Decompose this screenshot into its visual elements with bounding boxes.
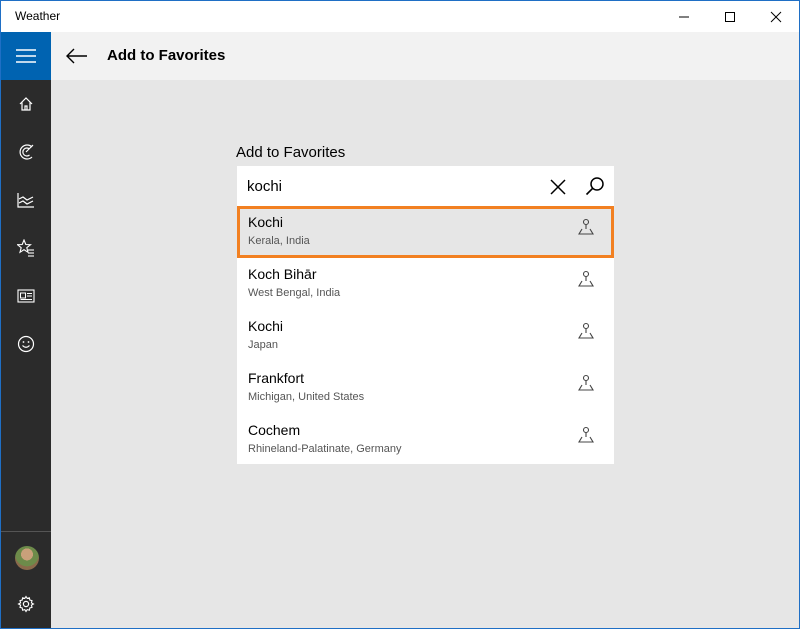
hamburger-menu-icon xyxy=(16,49,36,63)
title-bar: Weather xyxy=(1,1,799,32)
list-item[interactable]: Kochi Kerala, India xyxy=(237,206,614,258)
list-item[interactable]: Frankfort Michigan, United States xyxy=(237,362,614,414)
minimize-button[interactable] xyxy=(661,1,707,32)
search-button[interactable] xyxy=(581,172,609,200)
result-city-name: Frankfort xyxy=(248,370,305,386)
sidebar-item-feedback[interactable] xyxy=(1,320,51,368)
sidebar-item-favorites[interactable] xyxy=(1,224,51,272)
search-input[interactable] xyxy=(247,174,537,198)
maximize-button[interactable] xyxy=(707,1,753,32)
result-city-name: Cochem xyxy=(248,422,301,438)
back-arrow-icon xyxy=(66,48,87,64)
hamburger-menu-button[interactable] xyxy=(1,32,51,80)
result-region: Japan xyxy=(248,339,278,351)
maximize-icon xyxy=(725,11,735,22)
clear-x-icon xyxy=(550,179,566,195)
settings-gear-icon xyxy=(17,595,35,613)
add-favorites-label: Add to Favorites xyxy=(236,144,346,161)
location-pin-icon xyxy=(578,374,594,391)
home-icon xyxy=(19,97,33,111)
search-icon xyxy=(585,177,604,196)
sidebar-item-news[interactable] xyxy=(1,272,51,320)
clear-search-button[interactable] xyxy=(545,174,571,200)
sidebar-item-forecast[interactable] xyxy=(1,80,51,128)
sidebar-item-settings[interactable] xyxy=(1,580,51,628)
close-button[interactable] xyxy=(753,1,799,32)
sidebar-item-maps[interactable] xyxy=(1,128,51,176)
app-title: Weather xyxy=(15,9,61,23)
list-item[interactable]: Kochi Japan xyxy=(237,310,614,362)
location-pin-icon xyxy=(578,270,594,287)
result-city-name: Koch Bihār xyxy=(248,266,317,282)
search-box xyxy=(237,166,614,206)
result-city-name: Kochi xyxy=(248,318,284,334)
weather-app-window: Weather Add to Favorites Add to Favorite… xyxy=(0,0,800,629)
back-button[interactable] xyxy=(61,40,93,72)
location-pin-icon xyxy=(578,218,594,235)
list-item[interactable]: Koch Bihār West Bengal, India xyxy=(237,258,614,310)
sidebar-item-historical[interactable] xyxy=(1,176,51,224)
minimize-icon xyxy=(679,16,689,17)
sidebar-divider xyxy=(1,531,51,532)
result-region: Kerala, India xyxy=(248,235,310,247)
favorites-icon xyxy=(17,239,34,257)
page-header: Add to Favorites xyxy=(51,32,799,80)
sidebar xyxy=(1,32,51,628)
result-city-name: Kochi xyxy=(248,214,284,230)
result-region: Michigan, United States xyxy=(248,391,365,403)
page-title: Add to Favorites xyxy=(107,47,226,64)
location-pin-icon xyxy=(578,426,594,443)
maps-radar-icon xyxy=(19,144,34,160)
result-region: Rhineland-Palatinate, Germany xyxy=(248,443,402,455)
news-icon xyxy=(17,289,35,303)
feedback-smiley-icon xyxy=(17,335,35,353)
search-results-list: Kochi Kerala, India Koch Bihār West Beng… xyxy=(237,206,614,464)
list-item[interactable]: Cochem Rhineland-Palatinate, Germany xyxy=(237,414,614,466)
result-region: West Bengal, India xyxy=(248,287,341,299)
close-icon xyxy=(770,11,782,22)
location-pin-icon xyxy=(578,322,594,339)
avatar[interactable] xyxy=(15,546,39,570)
historical-weather-icon xyxy=(17,193,34,208)
